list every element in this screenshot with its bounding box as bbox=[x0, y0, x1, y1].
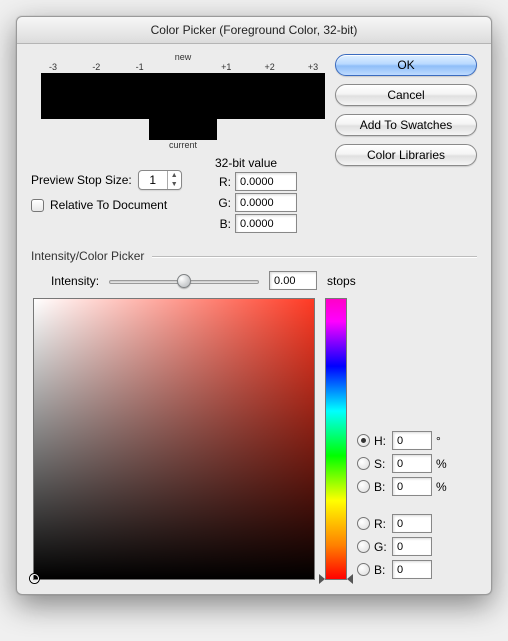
relative-to-document-checkbox[interactable] bbox=[31, 199, 44, 212]
bit32-g-label: G: bbox=[215, 196, 231, 210]
hue-slider[interactable] bbox=[325, 298, 347, 580]
ruler-tick: +1 bbox=[214, 62, 238, 72]
h-input[interactable] bbox=[392, 431, 432, 450]
intensity-section-heading: Intensity/Color Picker bbox=[31, 249, 144, 263]
saturation-brightness-picker[interactable] bbox=[33, 298, 315, 580]
ruler-tick: -2 bbox=[84, 62, 108, 72]
ruler-tick: -3 bbox=[41, 62, 65, 72]
bit32-b-input[interactable] bbox=[235, 214, 297, 233]
preview-area: new -3 -2 -1 +1 +2 +3 current bbox=[31, 52, 335, 150]
dialog-content: new -3 -2 -1 +1 +2 +3 current bbox=[17, 44, 491, 580]
s-unit: % bbox=[436, 457, 450, 471]
rgb-g-input[interactable] bbox=[392, 537, 432, 556]
hue-radio[interactable] bbox=[357, 434, 370, 447]
bit32-r-label: R: bbox=[215, 175, 231, 189]
current-label: current bbox=[35, 140, 331, 150]
color-libraries-button[interactable]: Color Libraries bbox=[335, 144, 477, 166]
intensity-slider[interactable] bbox=[109, 273, 259, 289]
green-radio[interactable] bbox=[357, 540, 370, 553]
b-input[interactable] bbox=[392, 477, 432, 496]
intensity-unit: stops bbox=[327, 274, 356, 288]
new-color-strip[interactable] bbox=[41, 73, 325, 119]
b-label: B: bbox=[374, 480, 388, 494]
saturation-radio[interactable] bbox=[357, 457, 370, 470]
ruler-tick: -1 bbox=[128, 62, 152, 72]
current-color-swatch[interactable] bbox=[149, 118, 217, 140]
stepper-up-icon[interactable]: ▲ bbox=[168, 171, 181, 180]
add-to-swatches-button[interactable]: Add To Swatches bbox=[335, 114, 477, 136]
new-label: new bbox=[35, 52, 331, 62]
rgb-b-input[interactable] bbox=[392, 560, 432, 579]
bit32-heading: 32-bit value bbox=[215, 156, 335, 170]
ruler-tick: +3 bbox=[301, 62, 325, 72]
cancel-button[interactable]: Cancel bbox=[335, 84, 477, 106]
red-radio[interactable] bbox=[357, 517, 370, 530]
relative-to-document-label: Relative To Document bbox=[50, 198, 167, 212]
rgb-r-input[interactable] bbox=[392, 514, 432, 533]
blue-radio[interactable] bbox=[357, 563, 370, 576]
slider-thumb[interactable] bbox=[177, 274, 191, 288]
h-unit: ° bbox=[436, 434, 450, 448]
intensity-label: Intensity: bbox=[51, 274, 99, 288]
section-divider bbox=[152, 256, 477, 257]
bit32-r-input[interactable] bbox=[235, 172, 297, 191]
preview-stop-size-value: 1 bbox=[139, 173, 167, 187]
b-unit: % bbox=[436, 480, 450, 494]
rgb-b-label: B: bbox=[374, 563, 388, 577]
s-label: S: bbox=[374, 457, 388, 471]
brightness-radio[interactable] bbox=[357, 480, 370, 493]
preview-stop-size-label: Preview Stop Size: bbox=[31, 173, 132, 187]
rgb-g-label: G: bbox=[374, 540, 388, 554]
preview-stop-size-stepper[interactable]: 1 ▲ ▼ bbox=[138, 170, 182, 190]
color-picker-dialog: Color Picker (Foreground Color, 32-bit) … bbox=[16, 16, 492, 595]
hue-thumb-right-icon bbox=[347, 574, 353, 584]
bit32-g-input[interactable] bbox=[235, 193, 297, 212]
ruler-tick bbox=[171, 62, 195, 72]
h-label: H: bbox=[374, 434, 388, 448]
ruler-tick: +2 bbox=[258, 62, 282, 72]
intensity-input[interactable] bbox=[269, 271, 317, 290]
s-input[interactable] bbox=[392, 454, 432, 473]
picker-cursor-icon bbox=[30, 574, 39, 583]
rgb-r-label: R: bbox=[374, 517, 388, 531]
ok-button[interactable]: OK bbox=[335, 54, 477, 76]
hue-thumb-left-icon bbox=[319, 574, 325, 584]
bit32-b-label: B: bbox=[215, 217, 231, 231]
stepper-down-icon[interactable]: ▼ bbox=[168, 180, 181, 189]
stop-ruler: -3 -2 -1 +1 +2 +3 bbox=[35, 62, 331, 72]
dialog-title: Color Picker (Foreground Color, 32-bit) bbox=[17, 17, 491, 44]
